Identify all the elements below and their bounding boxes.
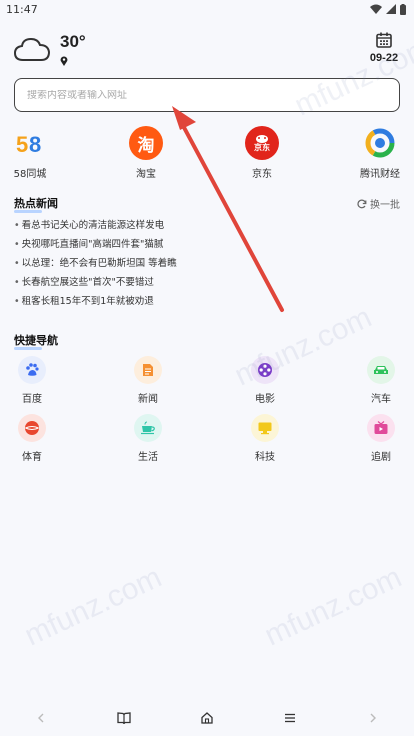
jd-logo-icon: 京东 (245, 126, 279, 160)
nav-label: 体育 (22, 452, 42, 463)
shortcut-label: 腾讯财经 (360, 169, 400, 180)
nav-circle (251, 414, 279, 442)
nav-circle (134, 356, 162, 384)
news-item[interactable]: 看总书记关心的清洁能源这样发电 (14, 218, 394, 237)
quick-nav-grid: 百度 新闻 电影 汽车 体育 生活 科技 追剧 (0, 356, 414, 466)
search-input[interactable] (27, 89, 399, 101)
weather-widget[interactable]: 30° 09-22 (14, 30, 400, 70)
shortcut-label: 淘宝 (136, 169, 156, 180)
nav-label: 新闻 (138, 394, 158, 405)
shortcut-tencent-finance[interactable]: 腾讯财经 (350, 126, 410, 180)
date-label: 09-22 (369, 52, 399, 64)
wifi-icon (370, 4, 382, 14)
taobao-logo-text: 淘 (137, 135, 155, 156)
bottom-nav-bar (0, 700, 414, 736)
nav-circle (18, 414, 46, 442)
refresh-button[interactable]: 换一批 (357, 196, 400, 211)
calendar-button[interactable]: 09-22 (368, 32, 400, 64)
tencent-finance-logo-icon (363, 126, 397, 160)
hot-news-title: 热点新闻 (14, 197, 58, 213)
calendar-icon (376, 32, 392, 48)
nav-item-news[interactable]: 新闻 (123, 356, 173, 405)
nav-item-baidu[interactable]: 百度 (7, 356, 57, 405)
nav-circle (367, 356, 395, 384)
nav-circle (367, 414, 395, 442)
shortcut-58tongcheng[interactable]: 5 8 58同城 (0, 126, 60, 180)
location-pin-icon (60, 56, 68, 66)
shortcut-label: 京东 (252, 169, 272, 180)
jd-logo-text: 京东 (254, 143, 270, 152)
home-button[interactable] (187, 703, 227, 733)
ball-icon (25, 421, 39, 435)
nav-label: 电影 (255, 394, 275, 405)
search-box[interactable] (14, 78, 400, 112)
shortcut-taobao[interactable]: 淘 淘宝 (116, 126, 176, 180)
nav-circle (251, 356, 279, 384)
nav-circle (134, 414, 162, 442)
58-logo-icon: 5 8 (13, 126, 47, 160)
forward-button[interactable] (353, 703, 393, 733)
car-icon (374, 366, 388, 374)
watermark: mfunz.com (19, 560, 167, 653)
news-item[interactable]: 长春航空展这些"首次"不要错过 (14, 275, 394, 294)
monitor-icon (258, 422, 272, 435)
status-icons (370, 3, 406, 15)
news-item[interactable]: 以总理：绝不会有巴勒斯坦国 等着瞧 (14, 256, 394, 275)
shortcut-label: 58同城 (13, 169, 47, 180)
nav-label: 百度 (22, 394, 42, 405)
jd-dog-icon (256, 135, 268, 143)
hot-news-list: 看总书记关心的清洁能源这样发电 央视哪吒直播间"高端四件套"猫腻 以总理：绝不会… (14, 218, 394, 313)
svg-text:8: 8 (29, 132, 41, 157)
nav-item-drama[interactable]: 追剧 (356, 414, 406, 463)
paw-icon (26, 363, 39, 376)
document-icon (143, 364, 153, 376)
watermark: mfunz.com (259, 560, 407, 653)
nav-label: 汽车 (371, 394, 391, 405)
film-reel-icon (258, 363, 272, 377)
news-item[interactable]: 租客长租15年不到1年就被劝退 (14, 294, 394, 313)
temperature: 30° (60, 32, 86, 51)
chevron-right-icon (370, 713, 376, 723)
back-button[interactable] (21, 703, 61, 733)
nav-item-tech[interactable]: 科技 (240, 414, 290, 463)
taobao-logo-icon: 淘 (129, 126, 163, 160)
svg-text:5: 5 (16, 132, 28, 157)
nav-item-car[interactable]: 汽车 (356, 356, 406, 405)
nav-label: 科技 (255, 452, 275, 463)
status-bar: 11:47 (0, 0, 414, 18)
news-item[interactable]: 央视哪吒直播间"高端四件套"猫腻 (14, 237, 394, 256)
nav-item-sports[interactable]: 体育 (7, 414, 57, 463)
shortcut-jd[interactable]: 京东 京东 (232, 126, 292, 180)
menu-button[interactable] (270, 703, 310, 733)
nav-item-movie[interactable]: 电影 (240, 356, 290, 405)
book-icon (117, 712, 131, 724)
refresh-label: 换一批 (370, 200, 400, 211)
nav-label: 生活 (138, 452, 158, 463)
bookmarks-button[interactable] (104, 703, 144, 733)
chevron-left-icon (38, 713, 44, 723)
refresh-icon (357, 199, 367, 208)
battery-icon (400, 3, 406, 15)
nav-label: 追剧 (371, 452, 391, 463)
nav-circle (18, 356, 46, 384)
tv-icon (374, 421, 388, 434)
cloud-icon (14, 37, 50, 61)
signal-icon (386, 4, 396, 14)
home-icon (201, 712, 213, 724)
nav-item-life[interactable]: 生活 (123, 414, 173, 463)
shortcut-row: 5 8 58同城 淘 淘宝 京东 京东 腾讯财经 (0, 126, 414, 182)
menu-icon (284, 713, 295, 723)
quick-nav-title: 快捷导航 (14, 334, 58, 350)
status-time: 11:47 (6, 2, 38, 16)
cup-icon (141, 421, 155, 435)
